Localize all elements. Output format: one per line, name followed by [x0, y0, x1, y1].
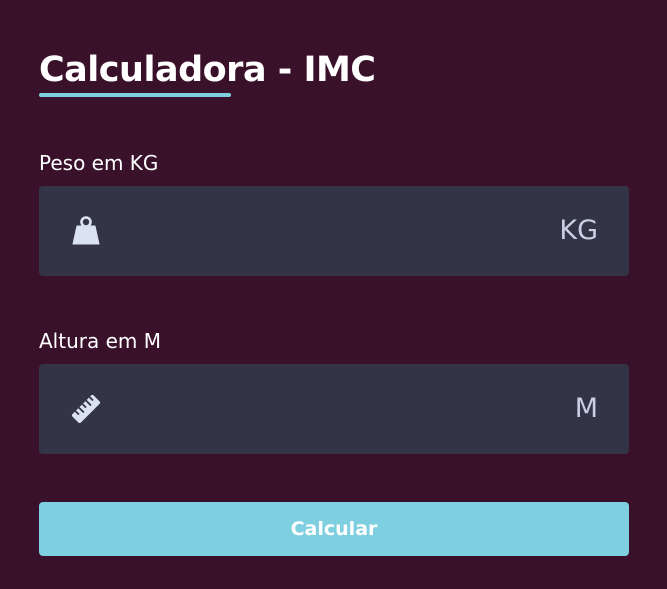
weight-unit: KG — [559, 215, 598, 246]
calculate-button[interactable]: Calcular — [39, 502, 629, 556]
height-unit: M — [574, 393, 598, 424]
height-input[interactable] — [119, 364, 539, 454]
title-underline — [39, 93, 231, 97]
weight-input[interactable] — [119, 186, 539, 276]
weight-field: KG — [39, 186, 629, 276]
weight-label: Peso em KG — [39, 151, 159, 175]
height-label: Altura em M — [39, 329, 161, 353]
weight-icon — [68, 213, 104, 249]
ruler-icon — [68, 391, 104, 427]
height-field: M — [39, 364, 629, 454]
page-title: Calculadora - IMC — [39, 50, 376, 90]
